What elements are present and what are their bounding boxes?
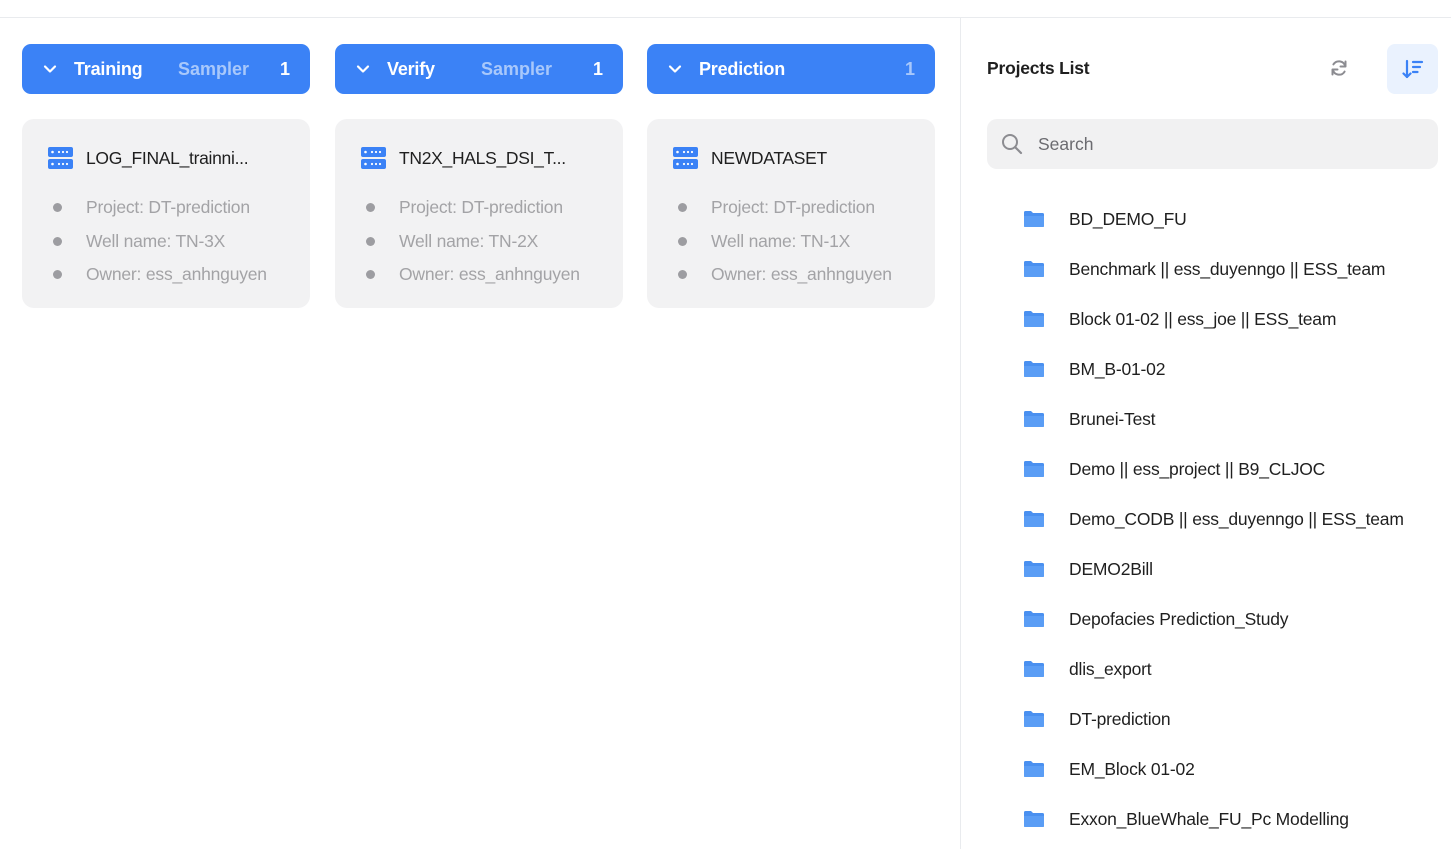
project-item[interactable]: Demo || ess_project || B9_CLJOC — [1023, 444, 1443, 494]
sort-icon — [1401, 59, 1423, 79]
projects-panel: Projects List BD_DEMO_FUBench — [960, 18, 1451, 849]
dataset-name: LOG_FINAL_trainni... — [86, 147, 249, 168]
dataset-well: Well name: TN-2X — [361, 225, 601, 259]
dataset-well: Well name: TN-1X — [673, 225, 913, 259]
project-item[interactable]: BD_DEMO_FU — [1023, 194, 1443, 244]
column-verify: Verify Sampler 1 TN2X_HALS_DSI_T... Proj… — [335, 44, 623, 308]
folder-icon — [1024, 461, 1044, 477]
search-input[interactable] — [1038, 133, 1418, 155]
column-count: 1 — [904, 58, 915, 79]
project-item[interactable]: dlis_export — [1023, 644, 1443, 694]
folder-icon — [1024, 311, 1044, 327]
folder-icon — [1024, 511, 1044, 527]
dataset-name: NEWDATASET — [711, 147, 827, 168]
project-name: BD_DEMO_FU — [1069, 208, 1187, 229]
search-icon — [1002, 134, 1023, 155]
project-item[interactable]: BM_B-01-02 — [1023, 344, 1443, 394]
folder-icon — [1024, 711, 1044, 727]
folder-icon — [1024, 211, 1044, 227]
dataset-owner: Owner: ess_anhnguyen — [361, 258, 601, 292]
folder-icon — [1024, 361, 1044, 377]
project-name: Exxon_BlueWhale_FU_Pc Modelling — [1069, 808, 1349, 829]
project-item[interactable]: Demo_CODB || ess_duyenngo || ESS_team — [1023, 494, 1443, 544]
folder-icon — [1024, 811, 1044, 827]
dataset-board: Training Sampler 1 LOG_FINAL_trainni... … — [0, 18, 960, 849]
top-bar — [0, 0, 1451, 18]
column-subtitle: Sampler — [178, 58, 250, 79]
dataset-owner: Owner: ess_anhnguyen — [673, 258, 913, 292]
project-name: dlis_export — [1069, 658, 1152, 679]
dataset-project: Project: DT-prediction — [361, 191, 601, 225]
folder-icon — [1024, 261, 1044, 277]
dataset-icon — [673, 147, 698, 169]
column-training: Training Sampler 1 LOG_FINAL_trainni... … — [22, 44, 310, 308]
column-title: Verify — [387, 58, 435, 79]
project-name: Brunei-Test — [1069, 408, 1156, 429]
dataset-owner: Owner: ess_anhnguyen — [48, 258, 288, 292]
project-item[interactable]: Depofacies Prediction_Study — [1023, 594, 1443, 644]
dataset-project: Project: DT-prediction — [48, 191, 288, 225]
project-name: Benchmark || ess_duyenngo || ESS_team — [1069, 258, 1386, 279]
column-prediction: Prediction 1 NEWDATASET Project: DT-pred… — [647, 44, 935, 308]
dataset-card[interactable]: LOG_FINAL_trainni... Project: DT-predict… — [22, 119, 310, 308]
chevron-down-icon — [355, 61, 371, 77]
project-name: BM_B-01-02 — [1069, 358, 1166, 379]
dataset-name: TN2X_HALS_DSI_T... — [399, 147, 566, 168]
column-title: Training — [74, 58, 143, 79]
column-header-verify[interactable]: Verify Sampler 1 — [335, 44, 623, 94]
dataset-project: Project: DT-prediction — [673, 191, 913, 225]
column-header-prediction[interactable]: Prediction 1 — [647, 44, 935, 94]
dataset-icon — [361, 147, 386, 169]
column-header-training[interactable]: Training Sampler 1 — [22, 44, 310, 94]
project-name: Block 01-02 || ess_joe || ESS_team — [1069, 308, 1337, 329]
chevron-down-icon — [667, 61, 683, 77]
project-name: DEMO2Bill — [1069, 558, 1153, 579]
dataset-icon — [48, 147, 73, 169]
project-item[interactable]: Brunei-Test — [1023, 394, 1443, 444]
project-name: Demo || ess_project || B9_CLJOC — [1069, 458, 1326, 479]
dataset-card[interactable]: NEWDATASET Project: DT-prediction Well n… — [647, 119, 935, 308]
project-item[interactable]: Exxon_BlueWhale_FU_Pc Modelling — [1023, 794, 1443, 844]
dataset-card[interactable]: TN2X_HALS_DSI_T... Project: DT-predictio… — [335, 119, 623, 308]
refresh-icon — [1331, 60, 1347, 76]
project-item[interactable]: DT-prediction — [1023, 694, 1443, 744]
panel-title: Projects List — [987, 58, 1090, 78]
folder-icon — [1024, 761, 1044, 777]
project-item[interactable]: Benchmark || ess_duyenngo || ESS_team — [1023, 244, 1443, 294]
column-subtitle: Sampler — [481, 58, 553, 79]
chevron-down-icon — [42, 61, 58, 77]
refresh-button[interactable] — [1320, 49, 1358, 87]
folder-icon — [1024, 411, 1044, 427]
panel-header: Projects List — [987, 43, 1438, 94]
folder-icon — [1024, 661, 1044, 677]
dataset-well: Well name: TN-3X — [48, 225, 288, 259]
project-name: Depofacies Prediction_Study — [1069, 608, 1289, 629]
project-name: DT-prediction — [1069, 708, 1171, 729]
project-name: Demo_CODB || ess_duyenngo || ESS_team — [1069, 508, 1404, 529]
column-count: 1 — [279, 58, 290, 79]
column-count: 1 — [592, 58, 603, 79]
project-name: EM_Block 01-02 — [1069, 758, 1195, 779]
project-item[interactable]: DEMO2Bill — [1023, 544, 1443, 594]
projects-list: BD_DEMO_FU Benchmark || ess_duyenngo || E… — [1023, 194, 1443, 844]
folder-icon — [1024, 611, 1044, 627]
folder-icon — [1024, 561, 1044, 577]
column-title: Prediction — [699, 58, 786, 79]
search-box — [987, 119, 1438, 169]
project-item[interactable]: Block 01-02 || ess_joe || ESS_team — [1023, 294, 1443, 344]
project-item[interactable]: EM_Block 01-02 — [1023, 744, 1443, 794]
sort-button[interactable] — [1387, 44, 1438, 94]
